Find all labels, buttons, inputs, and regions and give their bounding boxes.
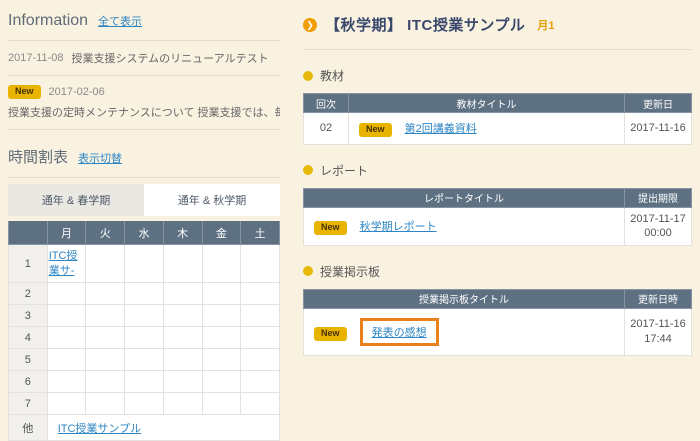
section-board: 授業掲示板 xyxy=(303,263,692,280)
period-label: 6 xyxy=(9,371,48,393)
materials-header-row: 回次 教材タイトル 更新日 xyxy=(304,94,692,113)
col-header-title: 教材タイトル xyxy=(349,94,625,113)
tab-spring-semester[interactable]: 通年 & 春学期 xyxy=(8,184,144,216)
other-label: 他 xyxy=(9,415,48,441)
news-date: 2017-11-08 xyxy=(8,52,63,64)
col-header-updated: 更新日時 xyxy=(625,289,692,308)
left-column: Information 全て表示 2017-11-08 授業支援システムのリニュ… xyxy=(8,8,280,441)
period-label: 7 xyxy=(9,393,48,415)
highlight-box: 発表の感想 xyxy=(360,318,439,346)
information-header: Information 全て表示 xyxy=(8,8,280,40)
course-slot-tag: 月1 xyxy=(537,17,554,33)
report-deadline-date: 2017-11-17 xyxy=(625,212,691,227)
report-table: レポートタイトル 提出期限 New 秋学期レポート 2017-11-17 00:… xyxy=(303,188,692,246)
board-table: 授業掲示板タイトル 更新日時 New 発表の感想 2017-11-16 17:4… xyxy=(303,289,692,356)
new-badge: New xyxy=(359,123,392,137)
col-header-title: 授業掲示板タイトル xyxy=(304,289,625,308)
corner-cell xyxy=(9,221,48,245)
period-label: 5 xyxy=(9,349,48,371)
timetable-row: 1 ITC授業サ- xyxy=(9,245,280,283)
material-no: 02 xyxy=(304,113,349,145)
period-label: 3 xyxy=(9,305,48,327)
timetable-row: 6 xyxy=(9,371,280,393)
day-header-fri: 金 xyxy=(202,221,241,245)
report-row: New 秋学期レポート 2017-11-17 00:00 xyxy=(304,207,692,245)
news-date: 2017-02-06 xyxy=(49,86,105,98)
period-label: 4 xyxy=(9,327,48,349)
material-link[interactable]: 第2回講義資料 xyxy=(405,123,477,135)
news-item: 2017-11-08 授業支援システムのリニューアルテスト xyxy=(8,41,280,75)
bullet-dot-icon xyxy=(303,266,313,276)
news-title: 授業支援システムのリニューアルテスト xyxy=(71,50,268,66)
timetable-other-row: 他 ITC授業サンプル xyxy=(9,415,280,441)
board-link[interactable]: 発表の感想 xyxy=(372,327,427,339)
board-updated-date: 2017-11-16 xyxy=(625,317,691,332)
materials-table: 回次 教材タイトル 更新日 02 New 第2回講義資料 2017-11-16 xyxy=(303,93,692,145)
other-course-link[interactable]: ITC授業サンプル xyxy=(58,423,141,435)
tab-fall-semester[interactable]: 通年 & 秋学期 xyxy=(144,184,280,216)
timetable-grid: 月 火 水 木 金 土 1 ITC授業サ- 2 3 4 5 6 xyxy=(8,221,280,441)
board-row: New 発表の感想 2017-11-16 17:44 xyxy=(304,308,692,355)
day-header-wed: 水 xyxy=(125,221,164,245)
section-title: レポート xyxy=(320,162,368,179)
course-panel: ❯ 【秋学期】 ITC授業サンプル 月1 教材 回次 教材タイトル 更新日 02… xyxy=(303,10,692,356)
news-body: 授業支援の定時メンテナンスについて 授業支援では、毎日 午前 ... xyxy=(8,104,280,120)
col-header-date: 更新日 xyxy=(625,94,692,113)
material-row: 02 New 第2回講義資料 2017-11-16 xyxy=(304,113,692,145)
semester-tabs: 通年 & 春学期 通年 & 秋学期 xyxy=(8,184,280,216)
section-title: 教材 xyxy=(320,67,344,84)
timetable-header-row: 月 火 水 木 金 土 xyxy=(9,221,280,245)
timetable-row: 2 xyxy=(9,283,280,305)
report-header-row: レポートタイトル 提出期限 xyxy=(304,188,692,207)
bullet-dot-icon xyxy=(303,71,313,81)
col-header-deadline: 提出期限 xyxy=(625,188,692,207)
timetable-header: 時間割表 表示切替 xyxy=(8,130,280,177)
display-toggle-link[interactable]: 表示切替 xyxy=(78,150,122,166)
divider xyxy=(303,49,692,50)
show-all-link[interactable]: 全て表示 xyxy=(98,13,142,29)
timetable-row: 5 xyxy=(9,349,280,371)
col-header-title: レポートタイトル xyxy=(304,188,625,207)
period-label: 1 xyxy=(9,245,48,283)
information-title: Information xyxy=(8,12,88,30)
course-header: ❯ 【秋学期】 ITC授業サンプル 月1 xyxy=(303,10,692,49)
report-link[interactable]: 秋学期レポート xyxy=(360,221,437,233)
day-header-mon: 月 xyxy=(47,221,86,245)
new-badge: New xyxy=(8,85,41,99)
divider xyxy=(8,177,280,178)
timetable-row: 4 xyxy=(9,327,280,349)
course-cell-link[interactable]: ITC授業サ- xyxy=(48,247,86,281)
news-item: New 2017-02-06 授業支援の定時メンテナンスについて 授業支援では、… xyxy=(8,76,280,129)
section-materials: 教材 xyxy=(303,67,692,84)
day-header-tue: 火 xyxy=(86,221,125,245)
timetable-row: 7 xyxy=(9,393,280,415)
board-header-row: 授業掲示板タイトル 更新日時 xyxy=(304,289,692,308)
new-badge: New xyxy=(314,327,347,341)
section-report: レポート xyxy=(303,162,692,179)
period-label: 2 xyxy=(9,283,48,305)
report-deadline-time: 00:00 xyxy=(625,226,691,241)
material-date: 2017-11-16 xyxy=(625,113,692,145)
timetable-row: 3 xyxy=(9,305,280,327)
day-header-thu: 木 xyxy=(163,221,202,245)
bullet-dot-icon xyxy=(303,165,313,175)
col-header-no: 回次 xyxy=(304,94,349,113)
new-badge: New xyxy=(314,221,347,235)
section-title: 授業掲示板 xyxy=(320,263,380,280)
day-header-sat: 土 xyxy=(241,221,280,245)
board-updated-time: 17:44 xyxy=(625,332,691,347)
course-title: 【秋学期】 ITC授業サンプル xyxy=(325,14,525,35)
chevron-right-icon: ❯ xyxy=(303,18,317,32)
timetable-title: 時間割表 xyxy=(8,146,68,167)
